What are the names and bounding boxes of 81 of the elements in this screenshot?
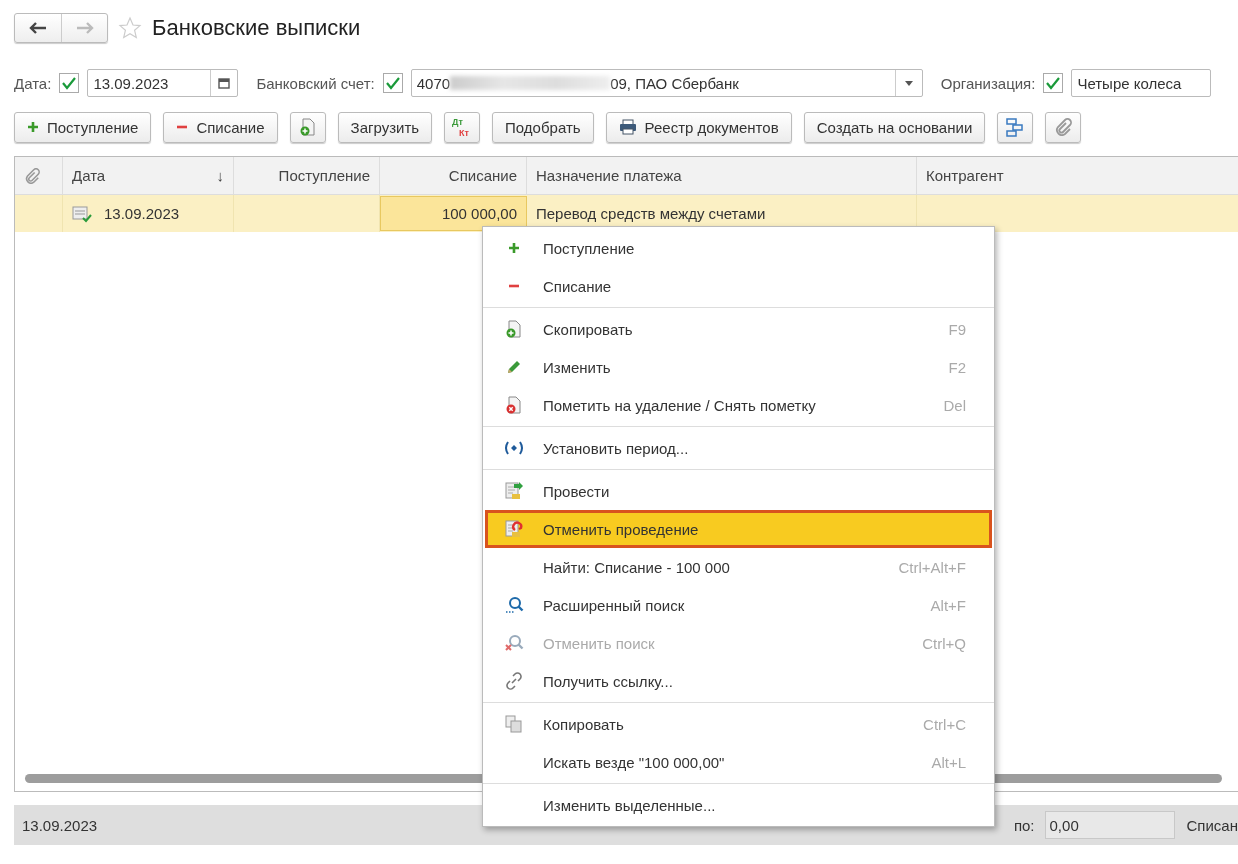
filter-checkbox[interactable] (1043, 73, 1064, 93)
shortcut-hint: Alt+L (931, 753, 967, 771)
debit-credit-icon: Дт Кт (451, 116, 474, 138)
column-header[interactable]: Дата (72, 167, 106, 184)
forward-arrow-icon (75, 22, 94, 34)
plus-icon (508, 242, 520, 254)
receipt-button[interactable]: Поступление (14, 111, 152, 143)
account-field[interactable]: 4070 09, ПАО Сбербанк (410, 69, 923, 97)
document-delete-icon (506, 396, 522, 414)
menu-item[interactable]: Искать везде "100 000,00" Alt+L (485, 743, 992, 781)
sort-indicator: ↓ (216, 167, 224, 184)
link-icon (504, 671, 524, 691)
filter-label: Организация: (940, 74, 1036, 92)
toolbar-icon-button[interactable] (1045, 111, 1082, 143)
shortcut-hint: Del (943, 396, 967, 414)
table-cell: 100 000,00 (441, 205, 517, 222)
post-icon (504, 481, 524, 501)
pencil-icon (506, 359, 522, 375)
filter-checkbox[interactable] (59, 73, 80, 93)
table-cell: 13.09.2023 (104, 205, 180, 222)
menu-item[interactable]: Установить период... (485, 429, 992, 467)
minus-icon (508, 284, 520, 288)
table-row[interactable]: 13.09.2023 100 000,00 Перевод средств между счетами (15, 195, 1238, 232)
menu-item[interactable]: Пометить на удаление / Снять пометку Del (485, 386, 992, 424)
column-header[interactable]: Поступление (278, 167, 370, 184)
document-plus-icon (299, 118, 316, 136)
toolbar-icon-button[interactable]: Дт Кт (444, 111, 481, 143)
menu-item[interactable]: Отменить проведение (485, 510, 992, 548)
undo-post-icon (504, 519, 524, 539)
date-field[interactable]: 13.09.2023 (87, 69, 239, 97)
menu-item[interactable]: Получить ссылку... (485, 662, 992, 700)
menu-item[interactable]: Провести (485, 472, 992, 510)
menu-item[interactable]: Изменить F2 (485, 348, 992, 386)
toolbar-button[interactable]: Подобрать (492, 111, 594, 143)
status-date: 13.09.2023 (22, 816, 98, 834)
window-title: Банковские выписки (152, 15, 361, 41)
registry-button[interactable]: Реестр документов (605, 111, 792, 143)
plus-icon (27, 121, 39, 133)
dropdown-caret-icon (904, 80, 913, 86)
total-field: 0,00 (1044, 811, 1175, 839)
write-off-button[interactable]: Списание (163, 111, 278, 143)
star-icon[interactable] (118, 16, 142, 40)
menu-item[interactable]: Найти: Списание - 100 000 Ctrl+Alt+F (485, 548, 992, 586)
menu-item[interactable]: Списание (485, 267, 992, 305)
shortcut-hint: Alt+F (930, 596, 967, 614)
filter-checkbox[interactable] (382, 73, 403, 93)
minus-icon (176, 125, 189, 129)
menu-item[interactable]: Изменить выделенные... (485, 786, 992, 824)
shortcut-hint: F2 (948, 358, 967, 376)
toolbar-icon-button[interactable] (997, 111, 1034, 143)
shortcut-hint: F9 (948, 320, 967, 338)
toolbar-icon-button[interactable] (289, 111, 326, 143)
search-icon (504, 596, 524, 614)
menu-item[interactable]: Расширенный поиск Alt+F (485, 586, 992, 624)
calendar-icon (218, 77, 231, 89)
printer-icon (618, 119, 637, 135)
structure-icon (1005, 117, 1026, 137)
shortcut-hint: Ctrl+Q (922, 634, 967, 652)
menu-item[interactable]: Копировать Ctrl+C (485, 705, 992, 743)
paperclip-icon (24, 167, 40, 184)
menu-item[interactable]: Скопировать F9 (485, 310, 992, 348)
table-cell: Перевод средств между счетами (536, 205, 766, 222)
total-label: по: (1013, 816, 1035, 834)
filter-label: Банковский счет: (256, 74, 375, 92)
shortcut-hint: Ctrl+Alt+F (898, 558, 967, 576)
copy-icon (505, 715, 523, 733)
column-header[interactable]: Назначение платежа (536, 167, 682, 184)
write-off-label: Списан (1186, 816, 1238, 834)
menu-item[interactable]: Поступление (485, 229, 992, 267)
organization-field[interactable]: Четыре колеса (1071, 69, 1212, 97)
copy-document-icon (506, 320, 522, 338)
column-header[interactable]: Списание (448, 167, 517, 184)
column-header[interactable]: Контрагент (926, 167, 1004, 184)
toolbar-button[interactable]: Загрузить (337, 111, 433, 143)
filter-label: Дата: (14, 74, 52, 92)
search-cancel-icon (504, 634, 524, 652)
toolbar-button[interactable]: Создать на основании (803, 111, 986, 143)
shortcut-hint: Ctrl+C (923, 715, 967, 733)
period-icon (504, 441, 524, 455)
paperclip-icon (1054, 118, 1073, 136)
back-arrow-icon (29, 22, 47, 34)
